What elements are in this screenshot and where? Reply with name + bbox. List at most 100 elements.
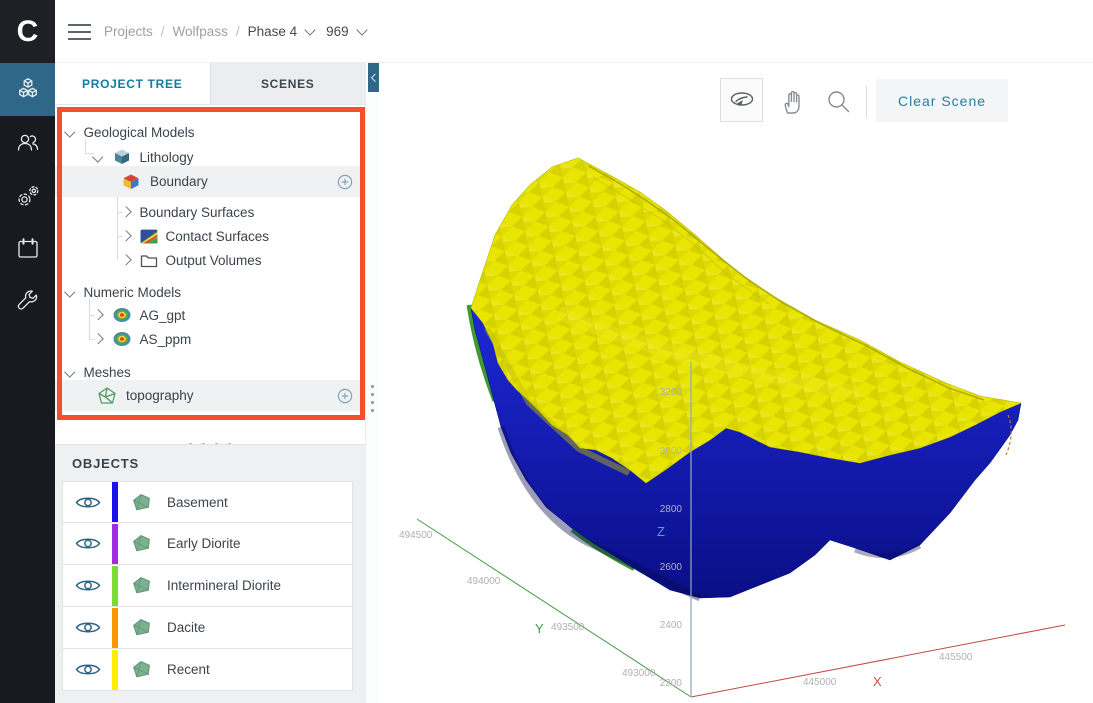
- object-label: Basement: [167, 495, 228, 510]
- tree-node-boundary-surfaces[interactable]: Boundary Surfaces: [55, 200, 365, 224]
- visibility-eye-icon[interactable]: [75, 661, 101, 678]
- tree-node-ag-gpt[interactable]: AG_gpt: [55, 303, 365, 327]
- visibility-eye-icon[interactable]: [75, 494, 101, 511]
- chevron-right-icon[interactable]: [120, 207, 131, 218]
- tree-node-geological-models[interactable]: Geological Models: [55, 120, 365, 144]
- visibility-eye-icon[interactable]: [75, 619, 101, 636]
- tree-node-numeric-models[interactable]: Numeric Models: [55, 280, 365, 304]
- users-icon: [14, 129, 42, 157]
- left-panel: PROJECT TREE SCENES Geological Models Li…: [55, 63, 365, 703]
- x-axis-label: X: [873, 674, 882, 689]
- legend-color-bar: [112, 650, 118, 690]
- breadcrumb-wolfpass[interactable]: Wolfpass: [173, 24, 228, 39]
- rail-item-schedule[interactable]: [0, 222, 55, 275]
- tree-node-label: Lithology: [140, 150, 194, 165]
- legend-color-bar: [112, 482, 118, 522]
- svg-text:3000: 3000: [660, 446, 683, 457]
- chevron-left-icon: [371, 74, 379, 82]
- chevron-right-icon[interactable]: [120, 255, 131, 266]
- nav-rail: [0, 63, 55, 703]
- contact-surfaces-icon: [140, 229, 158, 244]
- objects-header: OBJECTS: [72, 456, 139, 471]
- tab-scenes[interactable]: SCENES: [210, 63, 366, 104]
- rail-item-models[interactable]: [0, 63, 55, 116]
- orbit-rotate-tool[interactable]: [720, 78, 763, 122]
- panel-divider[interactable]: [365, 63, 379, 703]
- svg-text:2200: 2200: [660, 678, 683, 689]
- divider-drag-handle[interactable]: [371, 385, 374, 417]
- tree-node-label: Boundary Surfaces: [140, 205, 255, 220]
- object-row-basement[interactable]: Basement: [62, 481, 353, 523]
- object-label: Dacite: [167, 620, 205, 635]
- tree-node-label: Geological Models: [84, 125, 195, 140]
- clear-scene-button[interactable]: Clear Scene: [876, 79, 1008, 122]
- tree-node-contact-surfaces[interactable]: Contact Surfaces: [55, 224, 365, 248]
- chevron-down-icon[interactable]: [92, 152, 103, 163]
- tree-node-as-ppm[interactable]: AS_ppm: [55, 327, 365, 351]
- tree-node-label: Output Volumes: [166, 253, 262, 268]
- add-to-scene-button[interactable]: [337, 174, 353, 190]
- rail-item-users[interactable]: [0, 116, 55, 169]
- app-logo[interactable]: C: [0, 0, 55, 63]
- numeric-model-icon: [112, 306, 132, 324]
- visibility-eye-icon[interactable]: [75, 535, 101, 552]
- tree-node-label: Contact Surfaces: [166, 229, 270, 244]
- chevron-right-icon[interactable]: [92, 310, 103, 321]
- project-tree: Geological Models Lithology Boundary Bou…: [55, 105, 365, 435]
- breadcrumb-revision[interactable]: 969: [326, 24, 349, 39]
- z-axis-label: Z: [657, 524, 665, 539]
- volume-mesh-icon: [128, 616, 154, 639]
- add-to-scene-button[interactable]: [337, 388, 353, 404]
- chevron-right-icon[interactable]: [92, 334, 103, 345]
- object-row-dacite[interactable]: Dacite: [62, 607, 353, 649]
- visibility-eye-icon[interactable]: [75, 577, 101, 594]
- volume-mesh-icon: [128, 532, 154, 555]
- plus-circle-icon: [337, 174, 353, 190]
- boundary-box-icon: [120, 172, 142, 191]
- tab-project-tree[interactable]: PROJECT TREE: [55, 63, 210, 104]
- rail-item-tools[interactable]: [0, 275, 55, 328]
- tree-node-label: AG_gpt: [140, 308, 186, 323]
- svg-text:493000: 493000: [622, 668, 656, 679]
- svg-text:2600: 2600: [660, 562, 683, 573]
- svg-text:445000: 445000: [803, 677, 837, 688]
- chevron-down-icon[interactable]: [304, 24, 315, 35]
- collapse-panel-button[interactable]: [368, 63, 379, 92]
- breadcrumb-separator: /: [161, 24, 165, 39]
- chevron-down-icon[interactable]: [64, 127, 75, 138]
- objects-list: Basement Early Diorite Intermineral Dior…: [62, 481, 353, 691]
- chevron-down-icon[interactable]: [64, 287, 75, 298]
- volume-mesh-icon: [128, 491, 154, 514]
- chevron-down-icon[interactable]: [356, 24, 367, 35]
- wrench-icon: [14, 288, 42, 316]
- zoom-magnifier-icon: [825, 88, 852, 115]
- breadcrumb-projects[interactable]: Projects: [104, 24, 153, 39]
- breadcrumb-phase[interactable]: Phase 4: [248, 24, 298, 39]
- toolbar-divider: [866, 86, 867, 118]
- pan-hand-tool[interactable]: [776, 85, 808, 117]
- object-row-intermineral-diorite[interactable]: Intermineral Diorite: [62, 565, 353, 607]
- chevron-right-icon[interactable]: [120, 231, 131, 242]
- tree-node-label: Boundary: [150, 174, 208, 189]
- object-row-early-diorite[interactable]: Early Diorite: [62, 523, 353, 565]
- svg-text:3200: 3200: [660, 387, 683, 398]
- tree-node-label: AS_ppm: [140, 332, 192, 347]
- 3d-scene-canvas[interactable]: 494500 494000 493500 493000 445000 44550…: [379, 63, 1093, 703]
- svg-text:494000: 494000: [467, 576, 501, 587]
- tree-node-topography[interactable]: topography: [55, 380, 365, 411]
- tree-node-output-volumes[interactable]: Output Volumes: [55, 248, 365, 272]
- legend-color-bar: [112, 524, 118, 564]
- hamburger-menu-icon[interactable]: [68, 24, 91, 40]
- zoom-magnifier-tool[interactable]: [823, 86, 853, 116]
- svg-text:2800: 2800: [660, 504, 683, 515]
- object-row-recent[interactable]: Recent: [62, 649, 353, 691]
- tree-node-label: Meshes: [84, 365, 131, 380]
- svg-text:493500: 493500: [551, 622, 585, 633]
- tree-node-label: Numeric Models: [84, 285, 182, 300]
- y-axis-label: Y: [535, 621, 544, 636]
- chevron-down-icon[interactable]: [64, 367, 75, 378]
- tree-node-boundary[interactable]: Boundary: [55, 166, 365, 197]
- rail-item-workflows[interactable]: [0, 169, 55, 222]
- calendar-icon: [14, 235, 42, 263]
- gears-icon: [14, 182, 42, 210]
